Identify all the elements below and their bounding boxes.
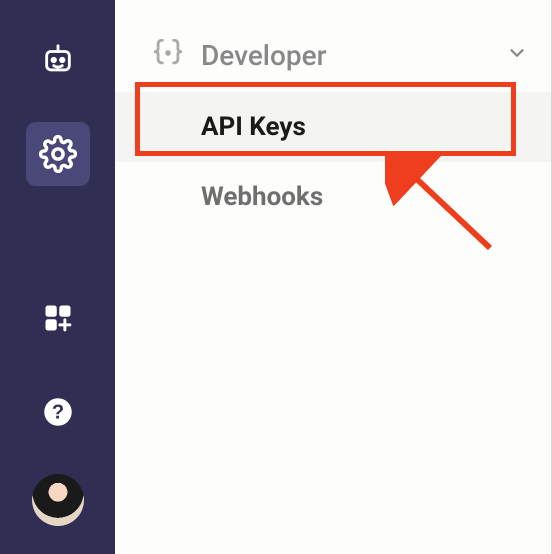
menu-item-api-keys[interactable]: API Keys xyxy=(115,92,552,162)
nav-settings[interactable] xyxy=(26,122,90,186)
menu-item-label: API Keys xyxy=(201,112,306,142)
bot-icon xyxy=(41,43,75,77)
main-panel: Developer API Keys Webhooks xyxy=(115,0,552,554)
help-icon: ? xyxy=(43,397,73,427)
nav-bot[interactable] xyxy=(26,28,90,92)
developer-section-label: Developer xyxy=(201,39,490,72)
menu-item-label: Webhooks xyxy=(201,182,323,212)
nav-apps[interactable] xyxy=(26,286,90,350)
menu-item-webhooks[interactable]: Webhooks xyxy=(115,162,552,232)
nav-help[interactable]: ? xyxy=(26,380,90,444)
svg-text:?: ? xyxy=(51,401,63,423)
gear-icon xyxy=(39,135,77,173)
developer-section-header[interactable]: Developer xyxy=(115,36,552,92)
avatar[interactable] xyxy=(32,474,84,526)
chevron-down-icon xyxy=(506,42,528,68)
sidebar: ? xyxy=(0,0,115,554)
apps-grid-icon xyxy=(43,303,73,333)
braces-icon xyxy=(151,36,185,74)
